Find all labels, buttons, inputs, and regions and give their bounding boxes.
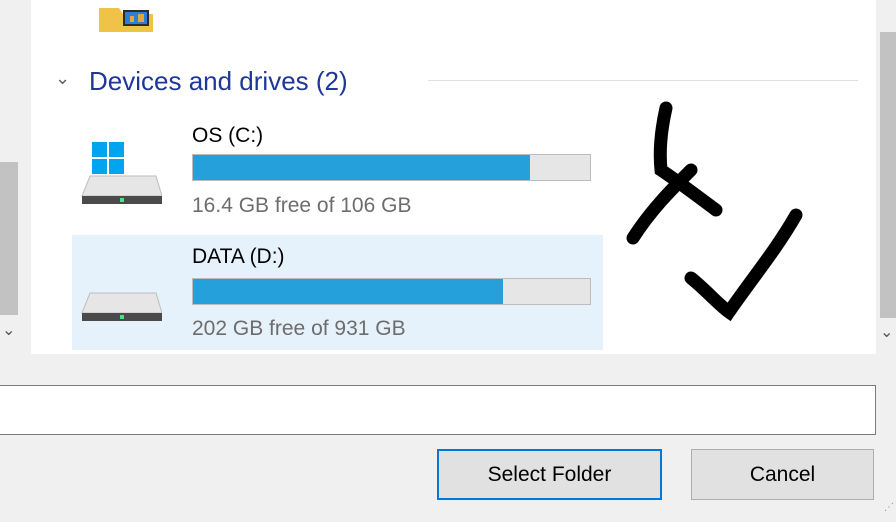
folder-list-pane: ⌄ Devices and drives (2) OS (C:) 16.4 GB… (31, 0, 876, 354)
devices-group-header[interactable]: ⌄ Devices and drives (2) (55, 62, 858, 102)
drive-usage-bar (192, 278, 591, 305)
scroll-down-arrow-icon[interactable]: ⌄ (2, 320, 15, 340)
select-folder-button[interactable]: Select Folder (437, 449, 662, 500)
dialog-footer: Select Folder Cancel ⋰ (0, 354, 896, 522)
drive-item-c[interactable]: OS (C:) 16.4 GB free of 106 GB (72, 118, 603, 233)
group-title: Devices and drives (2) (89, 66, 348, 96)
cancel-button[interactable]: Cancel (691, 449, 874, 500)
drive-item-d[interactable]: DATA (D:) 202 GB free of 931 GB (72, 235, 603, 350)
scroll-down-arrow-icon[interactable]: ⌄ (880, 322, 893, 342)
drive-free-space: 202 GB free of 931 GB (192, 317, 406, 340)
right-scrollbar-thumb[interactable] (880, 32, 896, 318)
video-folder-icon[interactable] (97, 0, 155, 32)
drive-usage-fill (193, 155, 531, 180)
resize-grip-icon[interactable]: ⋰ (884, 502, 894, 513)
drive-name: OS (C:) (192, 124, 264, 147)
collapse-chevron-icon[interactable]: ⌄ (55, 68, 70, 89)
windows-drive-icon (81, 142, 162, 204)
drive-free-space: 16.4 GB free of 106 GB (192, 194, 412, 217)
drive-usage-fill (193, 279, 503, 304)
folder-path-input[interactable] (0, 385, 876, 435)
handwritten-checkmark-icon (626, 101, 803, 322)
hard-drive-icon (81, 292, 162, 321)
group-divider (428, 80, 858, 81)
right-scrollbar[interactable]: ⌄ (876, 0, 896, 354)
left-scrollbar[interactable]: ⌄ (0, 0, 31, 354)
drive-usage-bar (192, 154, 591, 181)
left-scrollbar-thumb[interactable] (0, 162, 18, 315)
drive-name: DATA (D:) (192, 245, 285, 268)
